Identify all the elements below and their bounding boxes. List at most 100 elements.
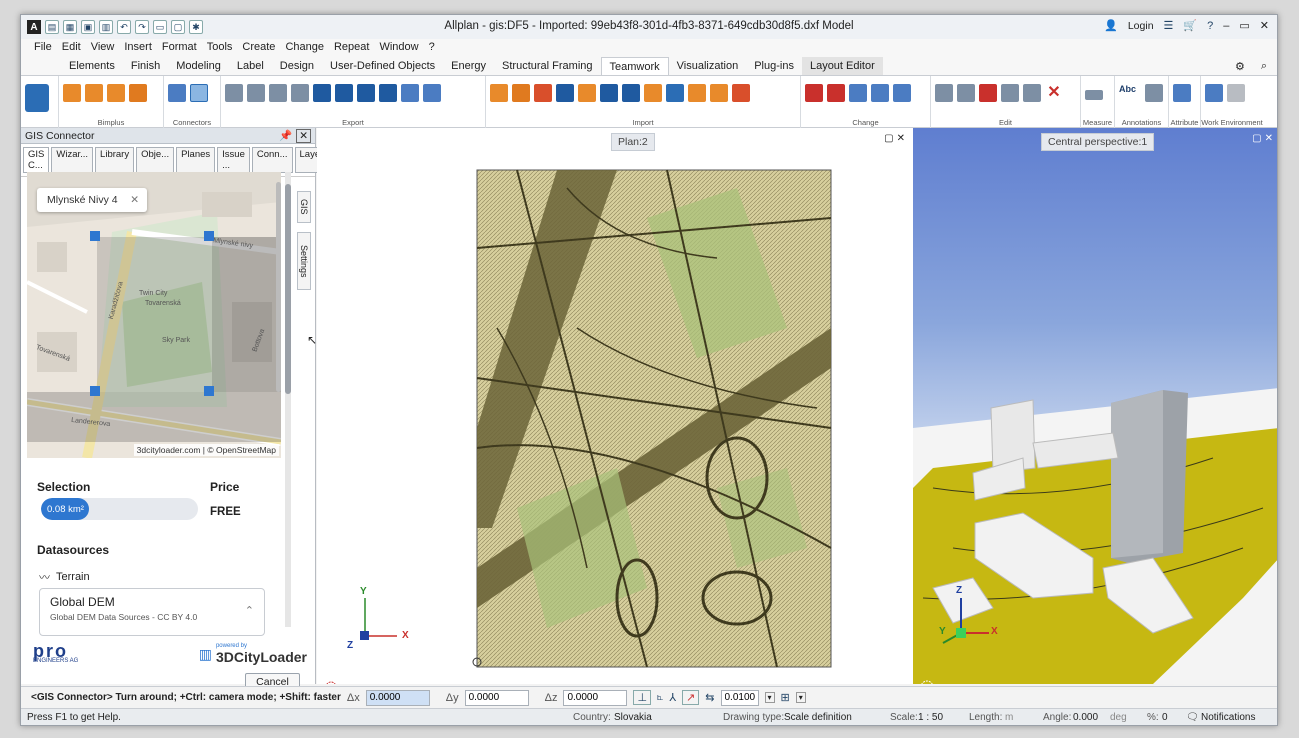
snap-icon-4[interactable]: ↗ bbox=[682, 690, 700, 705]
drawing-type-value[interactable]: Scale definition bbox=[784, 712, 852, 723]
tab-teamwork[interactable]: Teamwork bbox=[600, 57, 669, 75]
text-abc-icon[interactable]: Abc bbox=[1119, 84, 1141, 102]
print-icon[interactable]: ▥ bbox=[99, 20, 113, 34]
snap-value-input[interactable] bbox=[720, 689, 759, 706]
menu-tools[interactable]: Tools bbox=[202, 39, 238, 57]
work-env-icon-1[interactable] bbox=[1205, 84, 1223, 102]
snap-icon-3[interactable]: ⅄ bbox=[669, 691, 676, 704]
import-icon-3[interactable] bbox=[534, 84, 552, 102]
panel-tab-gis[interactable]: GIS C... bbox=[23, 147, 50, 173]
menu-help[interactable]: ? bbox=[424, 39, 440, 57]
export-icon-2[interactable] bbox=[247, 84, 265, 102]
delete-icon[interactable]: ✕ bbox=[1045, 84, 1063, 102]
open-file-icon[interactable]: ▦ bbox=[63, 20, 77, 34]
import-icon-5[interactable] bbox=[578, 84, 596, 102]
work-env-icon-2[interactable] bbox=[1227, 84, 1245, 102]
notifications-icon[interactable]: 🗨 bbox=[1186, 712, 1199, 723]
save-icon[interactable]: ▣ bbox=[81, 20, 95, 34]
connector-icon[interactable] bbox=[168, 84, 186, 102]
tab-user-defined-objects[interactable]: User-Defined Objects bbox=[322, 57, 443, 75]
notifications-link[interactable]: Notifications bbox=[1201, 712, 1255, 723]
export-icon-10[interactable] bbox=[423, 84, 441, 102]
edit-icon-1[interactable] bbox=[935, 84, 953, 102]
tab-visualization[interactable]: Visualization bbox=[669, 57, 747, 75]
tab-energy[interactable]: Energy bbox=[443, 57, 494, 75]
menu-insert[interactable]: Insert bbox=[119, 39, 157, 57]
bimplus-heart-icon[interactable] bbox=[129, 84, 147, 102]
undo-icon[interactable]: ↶ bbox=[117, 20, 131, 34]
dx-input[interactable] bbox=[365, 689, 430, 706]
window-layout-icon[interactable]: ▭ bbox=[153, 20, 167, 34]
export-icon-9[interactable] bbox=[401, 84, 419, 102]
tab-label[interactable]: Label bbox=[229, 57, 272, 75]
cart-icon[interactable]: 🛒 bbox=[1183, 19, 1197, 32]
scale-value[interactable]: 1 : 50 bbox=[918, 712, 943, 723]
menu-repeat[interactable]: Repeat bbox=[329, 39, 374, 57]
export-icon-7[interactable] bbox=[357, 84, 375, 102]
import-icon-10[interactable] bbox=[688, 84, 706, 102]
menu-change[interactable]: Change bbox=[280, 39, 329, 57]
angle-value[interactable]: 0.000 bbox=[1073, 712, 1098, 723]
new-file-icon[interactable]: ▤ bbox=[45, 20, 59, 34]
angle-unit[interactable]: deg bbox=[1110, 712, 1127, 723]
edit-icon-4[interactable] bbox=[1001, 84, 1019, 102]
side-tab-gis[interactable]: GIS bbox=[297, 191, 311, 223]
maximize-icon[interactable]: ▭ bbox=[1239, 19, 1249, 32]
export-icon-4[interactable] bbox=[291, 84, 309, 102]
change-icon-1[interactable] bbox=[805, 84, 823, 102]
import-icon-12[interactable] bbox=[732, 84, 750, 102]
dashboard-icon[interactable]: ☰ bbox=[1164, 19, 1174, 32]
customize-toolbar-icon[interactable]: ✱ bbox=[189, 20, 203, 34]
edit-icon-2[interactable] bbox=[957, 84, 975, 102]
gis-map[interactable]: Mlynské Nivy 4 ✕ Mlynské nivy Twin City … bbox=[27, 172, 281, 458]
pin-icon[interactable]: 📌 bbox=[279, 129, 292, 143]
tab-design[interactable]: Design bbox=[272, 57, 322, 75]
import-icon-9[interactable] bbox=[666, 84, 684, 102]
project-icon[interactable] bbox=[25, 84, 49, 112]
tab-layout-editor[interactable]: Layout Editor bbox=[801, 57, 883, 75]
grid-dropdown-icon[interactable]: ▾ bbox=[795, 692, 806, 703]
menu-create[interactable]: Create bbox=[237, 39, 280, 57]
export-icon-1[interactable] bbox=[225, 84, 243, 102]
menu-format[interactable]: Format bbox=[157, 39, 202, 57]
measure-icon[interactable] bbox=[1085, 90, 1103, 100]
panel-tab-issue[interactable]: Issue ... bbox=[217, 147, 250, 173]
tab-plug-ins[interactable]: Plug-ins bbox=[746, 57, 802, 75]
export-icon-6[interactable] bbox=[335, 84, 353, 102]
snap-icon-1[interactable]: ⊥ bbox=[633, 690, 652, 705]
help-icon[interactable]: ? bbox=[1207, 20, 1213, 32]
tab-finish[interactable]: Finish bbox=[123, 57, 168, 75]
import-icon-1[interactable] bbox=[490, 84, 508, 102]
import-icon-4[interactable] bbox=[556, 84, 574, 102]
tab-elements[interactable]: Elements bbox=[61, 57, 123, 75]
clear-search-icon[interactable]: ✕ bbox=[130, 194, 147, 206]
change-icon-4[interactable] bbox=[871, 84, 889, 102]
import-icon-2[interactable] bbox=[512, 84, 530, 102]
export-icon-3[interactable] bbox=[269, 84, 287, 102]
change-icon-3[interactable] bbox=[849, 84, 867, 102]
panel-tab-objects[interactable]: Obje... bbox=[136, 147, 175, 173]
menu-file[interactable]: File bbox=[29, 39, 57, 57]
user-icon[interactable]: 👤 bbox=[1104, 19, 1118, 32]
login-link[interactable]: Login bbox=[1128, 20, 1154, 32]
attribute-icon[interactable] bbox=[1173, 84, 1191, 102]
dz-input[interactable] bbox=[563, 689, 628, 706]
panel-tab-planes[interactable]: Planes bbox=[176, 147, 216, 173]
panel-tab-connections[interactable]: Conn... bbox=[251, 147, 293, 173]
map-search-chip[interactable]: Mlynské Nivy 4 ✕ bbox=[37, 188, 147, 212]
app-menu-button[interactable]: A bbox=[27, 20, 41, 34]
import-rhino-icon[interactable] bbox=[600, 84, 618, 102]
dem-selector[interactable]: Global DEM Global DEM Data Sources - CC … bbox=[39, 588, 265, 636]
settings-gear-icon[interactable]: ⚙ bbox=[1227, 57, 1253, 75]
side-tab-settings[interactable]: Settings bbox=[297, 232, 311, 290]
menu-window[interactable]: Window bbox=[374, 39, 423, 57]
search-icon[interactable]: ⌕ bbox=[1253, 57, 1277, 75]
panel-scroll-thumb[interactable] bbox=[285, 184, 291, 394]
plan-viewport[interactable]: Plan:2 ▢ ✕ Y X Z ↖ bbox=[307, 128, 913, 684]
length-unit[interactable]: m bbox=[1005, 712, 1013, 723]
bimplus-download-icon[interactable] bbox=[85, 84, 103, 102]
panel-close-icon[interactable]: ✕ bbox=[296, 128, 311, 143]
view-icon[interactable]: ▢ bbox=[171, 20, 185, 34]
snap-icon-5[interactable]: ⇆ bbox=[705, 691, 714, 704]
perspective-viewport[interactable]: Central perspective:1 ▢ ✕ Z Y X bbox=[913, 128, 1277, 684]
